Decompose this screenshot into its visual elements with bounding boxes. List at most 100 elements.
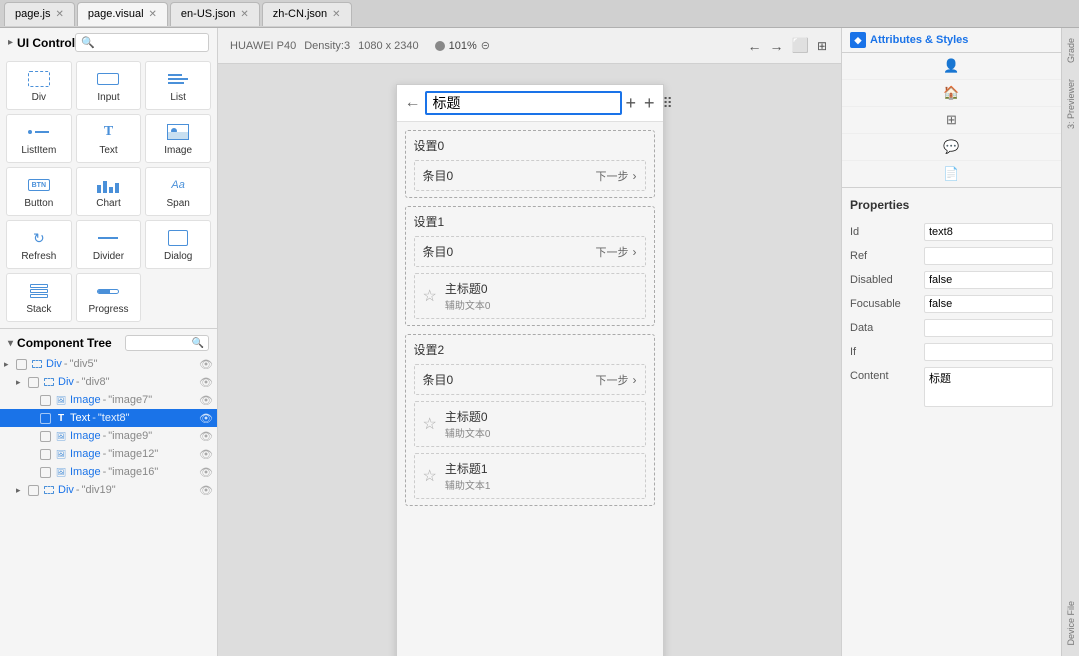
tree-checkbox-image16[interactable]	[40, 467, 51, 478]
phone-title-input[interactable]	[425, 91, 622, 115]
component-span-label: Span	[166, 198, 189, 209]
tab-page-visual[interactable]: page.visual ✕	[77, 2, 168, 26]
eye-icon[interactable]: 👁	[199, 358, 213, 371]
collapse-icon[interactable]: ▸	[8, 37, 13, 48]
tree-image-icon4: 🖼	[54, 465, 68, 479]
sidebar-strip-previewer[interactable]: 3: Previewer	[1063, 73, 1079, 135]
component-list[interactable]: List	[145, 61, 211, 110]
component-text[interactable]: T Text	[76, 114, 142, 163]
prop-input-if[interactable]	[924, 343, 1053, 361]
prop-value-content: 标题	[924, 367, 1053, 410]
component-listitem[interactable]: ListItem	[6, 114, 72, 163]
more-icon[interactable]: ⠿	[663, 95, 673, 112]
tree-checkbox-text8[interactable]	[40, 413, 51, 424]
tree-text-icon: T	[54, 411, 68, 425]
component-progress[interactable]: Progress	[76, 273, 142, 322]
side-icon-5[interactable]: 📄	[842, 161, 1061, 187]
prop-row-ref: Ref	[850, 244, 1053, 268]
tab-close-icon[interactable]: ✕	[55, 9, 63, 20]
span-icon: Aa	[164, 174, 192, 196]
component-span[interactable]: Aa Span	[145, 167, 211, 216]
right-panel-tabs: ◆ Attributes & Styles	[842, 28, 1061, 53]
prop-input-data[interactable]	[924, 319, 1053, 337]
tree-item-text8[interactable]: T Text - "text8" 👁	[0, 409, 217, 427]
phone-back-button[interactable]: ←	[405, 94, 421, 112]
tab-close-icon[interactable]: ✕	[240, 9, 248, 20]
zoom-status: 101% ⊝	[435, 39, 490, 52]
tree-item-spacer: -	[92, 412, 96, 424]
tree-item-image7[interactable]: 🖼 Image - "image7" 👁	[0, 391, 217, 409]
sidebar-strip-device-file[interactable]: Device File	[1063, 595, 1079, 652]
component-divider-label: Divider	[93, 251, 124, 262]
tree-checkbox-image12[interactable]	[40, 449, 51, 460]
sidebar-strip-grade[interactable]: Grade	[1063, 32, 1079, 69]
tab-zh-cn-json[interactable]: zh-CN.json ✕	[262, 2, 352, 26]
prop-input-ref[interactable]	[924, 247, 1053, 265]
tree-item-div5[interactable]: ▸ Div - "div5" 👁	[0, 355, 217, 373]
tree-search-input[interactable]	[130, 337, 190, 349]
prop-textarea-content[interactable]: 标题	[924, 367, 1053, 407]
component-image[interactable]: Image	[145, 114, 211, 163]
tree-checkbox-div19[interactable]	[28, 485, 39, 496]
tree-item-div8[interactable]: ▸ Div - "div8" 👁	[0, 373, 217, 391]
phone-content: 设置0 条目0 下一步 › 设置1 条目0	[397, 122, 663, 514]
tree-item-image16[interactable]: 🖼 Image - "image16" 👁	[0, 463, 217, 481]
file-icon: 📄	[943, 166, 959, 182]
prop-input-disabled[interactable]	[924, 271, 1053, 289]
component-refresh[interactable]: ↻ Refresh	[6, 220, 72, 269]
tree-checkbox-div8[interactable]	[28, 377, 39, 388]
nav-forward-button[interactable]: →	[768, 36, 786, 56]
person-icon: 👤	[943, 58, 959, 74]
add-icon[interactable]: +	[626, 93, 637, 114]
grid-icon: ⊞	[946, 112, 957, 128]
side-icon-2[interactable]: 🏠	[842, 80, 1061, 107]
tree-item-image12[interactable]: 🖼 Image - "image12" 👁	[0, 445, 217, 463]
prop-row-if: If	[850, 340, 1053, 364]
nav-back-button[interactable]: ←	[746, 36, 764, 56]
component-chart[interactable]: Chart	[76, 167, 142, 216]
tree-item-image9[interactable]: 🖼 Image - "image9" 👁	[0, 427, 217, 445]
component-button[interactable]: BTN Button	[6, 167, 72, 216]
item-texts: 主标题0 辅助文本0	[445, 280, 491, 312]
right-tab-label[interactable]: Attributes & Styles	[870, 34, 968, 46]
tab-en-us-json[interactable]: en-US.json ✕	[170, 2, 260, 26]
zoom-icon[interactable]: ⊝	[481, 39, 490, 52]
dialog-shape	[168, 230, 188, 246]
tree-checkbox-image7[interactable]	[40, 395, 51, 406]
image-shape	[167, 124, 189, 140]
ui-control-search-input[interactable]	[98, 37, 203, 49]
side-icon-4[interactable]: 💬	[842, 134, 1061, 161]
eye-icon[interactable]: 👁	[199, 484, 213, 497]
previewer-vertical-text: 3: Previewer	[1066, 79, 1076, 129]
eye-icon[interactable]: 👁	[199, 430, 213, 443]
component-stack[interactable]: Stack	[6, 273, 72, 322]
button-icon: BTN	[25, 174, 53, 196]
eye-icon[interactable]: 👁	[199, 412, 213, 425]
tree-checkbox-div5[interactable]	[16, 359, 27, 370]
component-div[interactable]: Div	[6, 61, 72, 110]
eye-icon[interactable]: 👁	[199, 448, 213, 461]
span-shape: Aa	[171, 179, 184, 191]
tab-close-icon[interactable]: ✕	[332, 9, 340, 20]
side-icon-1[interactable]: 👤	[842, 53, 1061, 80]
eye-icon[interactable]: 👁	[199, 466, 213, 479]
screen-toggle-button[interactable]: ⬜	[790, 35, 811, 56]
tab-close-icon[interactable]: ✕	[149, 9, 157, 20]
component-divider[interactable]: Divider	[76, 220, 142, 269]
tab-page-js[interactable]: page.js ✕	[4, 2, 75, 26]
tree-checkbox-image9[interactable]	[40, 431, 51, 442]
side-icon-3[interactable]: ⊞	[842, 107, 1061, 134]
right-sidebar-strip: Grade 3: Previewer Device File	[1061, 28, 1079, 656]
component-input[interactable]: Input	[76, 61, 142, 110]
tab-label: page.js	[15, 8, 50, 20]
multi-device-button[interactable]: ⊞	[815, 37, 829, 55]
eye-icon[interactable]: 👁	[199, 376, 213, 389]
add-icon2[interactable]: +	[644, 93, 655, 114]
tree-collapse-icon[interactable]: ▾	[8, 338, 13, 349]
prop-input-id[interactable]	[924, 223, 1053, 241]
tree-item-div19[interactable]: ▸ Div - "div19" 👁	[0, 481, 217, 499]
eye-icon[interactable]: 👁	[199, 394, 213, 407]
component-dialog[interactable]: Dialog	[145, 220, 211, 269]
prop-input-focusable[interactable]	[924, 295, 1053, 313]
listitem-dot	[28, 130, 32, 134]
